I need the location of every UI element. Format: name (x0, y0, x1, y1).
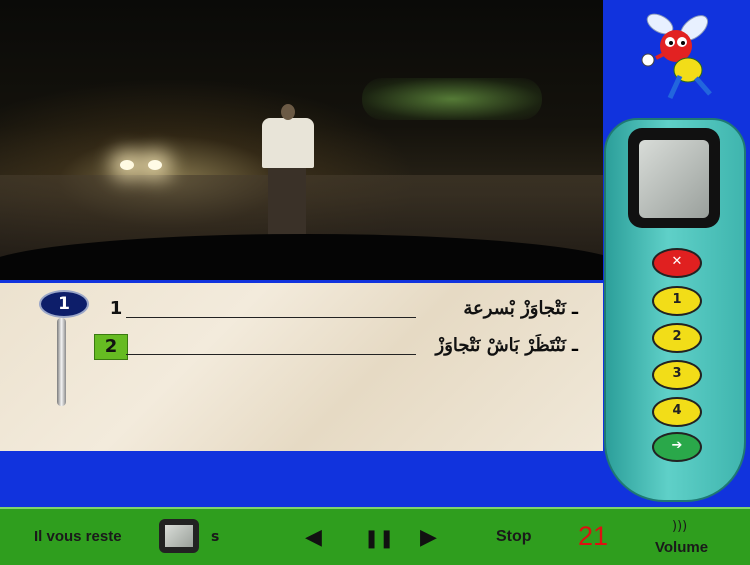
question-number-badge: 1 (39, 290, 89, 318)
seconds-unit: s (211, 529, 220, 545)
answer-text: نَتْجاوَزْ بْسرعة (463, 298, 566, 319)
previous-button[interactable]: ◀ (305, 525, 322, 550)
control-bar: Il vous reste s ◀ ❚❚ ▶ Stop 21 ))) Volum… (0, 507, 750, 565)
answer-number-selected: 2 (94, 334, 128, 360)
answer-text: نَنْتَظَرْ بَاشْ نَتْجاوَزْ (435, 335, 567, 356)
question-counter: 21 (578, 521, 609, 551)
answer-option-2[interactable]: 2 نَنْتَظَرْ بَاشْ نَتْجاوَزْ ـ (94, 334, 578, 360)
remote-screen-frame (628, 128, 720, 228)
remote-button-3[interactable]: 3 (652, 360, 702, 390)
stop-button[interactable]: Stop (496, 528, 532, 546)
question-scrollbar[interactable] (57, 318, 66, 406)
answer-bullet: ـ (571, 335, 578, 356)
remote-button-1[interactable]: 1 (652, 286, 702, 316)
answer-line (126, 317, 416, 318)
next-button[interactable]: ▶ (420, 525, 437, 550)
right-headlight (148, 160, 162, 170)
volume-button[interactable]: Volume (655, 539, 708, 556)
answer-option-1[interactable]: 1 نَتْجاوَزْ بْسرعة ـ (100, 297, 578, 323)
timer-display (159, 519, 199, 553)
mascot-bee-icon (641, 13, 712, 100)
answer-line (126, 354, 416, 355)
green-glow (362, 78, 542, 120)
answer-remote: ✕ 1 2 3 4 ➔ (604, 118, 746, 502)
person-body (262, 118, 314, 168)
pause-button[interactable]: ❚❚ (364, 528, 394, 549)
person-head (281, 104, 295, 120)
confirm-button[interactable]: ➔ (652, 432, 702, 462)
remote-button-4[interactable]: 4 (652, 397, 702, 427)
scene-photo (0, 0, 603, 280)
remote-screen (639, 140, 709, 218)
remaining-time-label: Il vous reste (34, 528, 122, 545)
answer-bullet: ـ (571, 298, 578, 319)
volume-icon[interactable]: ))) (672, 519, 687, 534)
cancel-button[interactable]: ✕ (652, 248, 702, 278)
remote-button-2[interactable]: 2 (652, 323, 702, 353)
left-headlight (120, 160, 134, 170)
